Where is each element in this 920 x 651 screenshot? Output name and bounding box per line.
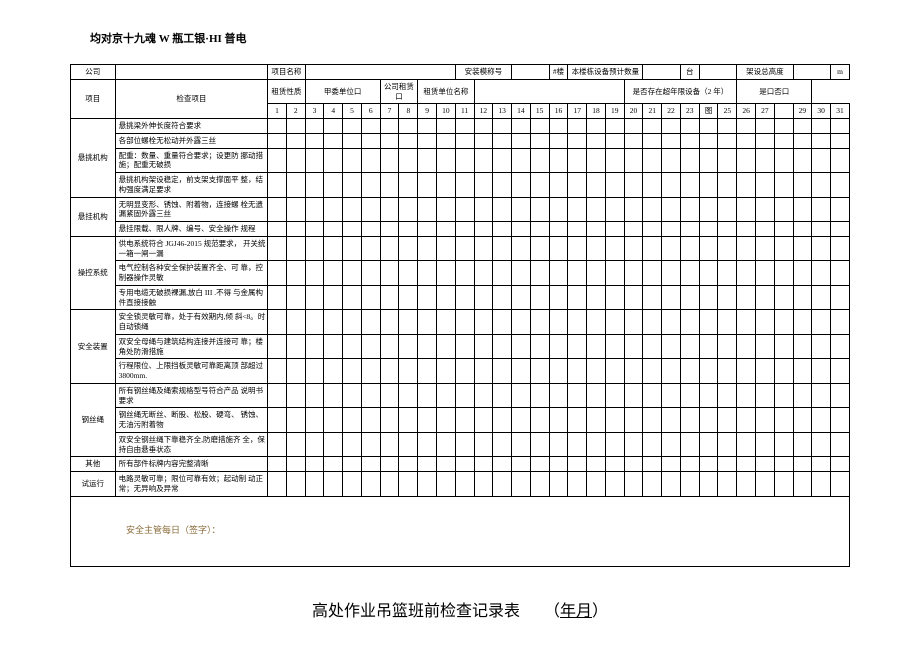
- day-21: 21: [643, 104, 662, 119]
- table-row: 安全装置 安全锁灵敏可靠，处于有效期内,倾 斜<8。时自动锁绳: [71, 310, 850, 335]
- table-row: 各部位螺栓无松动并外露三丝: [71, 133, 850, 148]
- day-6: 6: [361, 104, 380, 119]
- signature-row: 安全主管每日（签字）：: [71, 496, 850, 566]
- day-22: 22: [662, 104, 681, 119]
- table-row: 操控系统 供电系统符合 JGJ46-2015 规范要求， 开关统一箱一闸一漏: [71, 236, 850, 261]
- label-rent-unit: 租赁单位名称: [418, 79, 474, 104]
- table-row: 双安全母绳与建筑结构连接并连接可 靠；楼角处防滑措施: [71, 334, 850, 359]
- day-15: 15: [530, 104, 549, 119]
- table-row: 双安全钢丝绳下靠稳齐全,防磨措施齐 全，保持自由悬垂状态: [71, 432, 850, 457]
- label-rent-nature: 租赁性质: [268, 79, 306, 104]
- table-row: 专用电缆无破损裸漏,放白 III .不得 与金属构件直接接触: [71, 285, 850, 310]
- day-27: 27: [755, 104, 774, 119]
- info-row-2: 项目 检查项目 租赁性质 甲委单位口 公司租赁口 租赁单位名称 是否存在超年限设…: [71, 79, 850, 104]
- day-24: 图: [699, 104, 718, 119]
- label-equip-count: 本楼栋设备预计数量: [568, 65, 643, 80]
- item-text: 双安全钢丝绳下靠稳齐全,防磨措施齐 全，保持自由悬垂状态: [115, 432, 268, 457]
- label-unit-tai: 台: [680, 65, 699, 80]
- day-9: 9: [418, 104, 437, 119]
- day-12: 12: [474, 104, 493, 119]
- day-3: 3: [305, 104, 324, 119]
- cat-hang-mech: 悬挂机构: [71, 197, 116, 236]
- table-row: 悬挑机构 悬挑梁外伸长度符合要求: [71, 119, 850, 134]
- label-install-model: 安装模称号: [455, 65, 511, 80]
- table-row: 试运行 电路灵敏可靠；限位可靠有效；起动制 动正常；无异响及异常: [71, 472, 850, 497]
- day-4: 4: [324, 104, 343, 119]
- label-party-a: 甲委单位口: [305, 79, 380, 104]
- table-row: 钢丝绳无断丝、断股、松股、硬弯、 锈蚀、无油污附着物: [71, 408, 850, 433]
- day-14: 14: [512, 104, 531, 119]
- day-10: 10: [436, 104, 455, 119]
- signature-label: 安全主管每日（签字）：: [71, 496, 850, 566]
- table-row: 电气控制各种安全保护装置齐全、可 靠，控制器操作灵敏: [71, 261, 850, 286]
- item-text: 所有部件标牌内容完整清晰: [115, 457, 268, 472]
- item-text: 无明显变形、锈蚀、附着物，连接螺 栓无遗漏紧固外露三丝: [115, 197, 268, 222]
- info-row-1: 公司 项目名称 安装模称号 #楼 本楼栋设备预计数量 台 架设总高度 m: [71, 65, 850, 80]
- day-2: 2: [286, 104, 305, 119]
- day-23: 23: [680, 104, 699, 119]
- day-29: 29: [793, 104, 812, 119]
- day-17: 17: [568, 104, 587, 119]
- day-13: 13: [493, 104, 512, 119]
- item-text: 供电系统符合 JGJ46-2015 规范要求， 开关统一箱一闸一漏: [115, 236, 268, 261]
- label-building-no: #楼: [549, 65, 568, 80]
- day-18: 18: [587, 104, 606, 119]
- table-row: 配重：数量、重量符合要求；设更防 挪动措施；配重无破损: [71, 148, 850, 173]
- cat-wire-rope: 钢丝绳: [71, 383, 116, 457]
- item-text: 各部位螺栓无松动并外露三丝: [115, 133, 268, 148]
- table-row: 悬挑机构架设稳定，前支架支撑面平 整，结构强度满足要求: [71, 173, 850, 198]
- label-erect-height: 架设总高度: [737, 65, 793, 80]
- table-row: 其他 所有部件标牌内容完整清晰: [71, 457, 850, 472]
- footer-year-month: 年月: [560, 603, 592, 620]
- cat-test-run: 试运行: [71, 472, 116, 497]
- item-text: 电路灵敏可靠；限位可靠有效；起动制 动正常；无异响及异常: [115, 472, 268, 497]
- day-25: 25: [718, 104, 737, 119]
- day-28: [774, 104, 793, 119]
- item-text: 悬挑梁外伸长度符合要求: [115, 119, 268, 134]
- label-over-year: 是否存在超年限设备（2 年）: [624, 79, 737, 104]
- inspection-table: 公司 项目名称 安装模称号 #楼 本楼栋设备预计数量 台 架设总高度 m 项目 …: [70, 64, 850, 567]
- label-company: 公司: [71, 65, 116, 80]
- day-8: 8: [399, 104, 418, 119]
- label-check-item: 检查项目: [115, 79, 268, 118]
- day-19: 19: [605, 104, 624, 119]
- footer-title: 高处作业吊篮班前检查记录表 （年月）: [70, 597, 850, 621]
- day-7: 7: [380, 104, 399, 119]
- day-30: 30: [812, 104, 831, 119]
- cat-operate-sys: 操控系统: [71, 236, 116, 310]
- item-text: 安全锁灵敏可靠，处于有效期内,倾 斜<8。时自动锁绳: [115, 310, 268, 335]
- cat-other: 其他: [71, 457, 116, 472]
- day-1: 1: [268, 104, 287, 119]
- cat-suspend-mech: 悬挑机构: [71, 119, 116, 198]
- day-5: 5: [343, 104, 362, 119]
- footer-main: 高处作业吊篮班前检查记录表: [312, 603, 520, 620]
- item-text: 电气控制各种安全保护装置齐全、可 靠，控制器操作灵敏: [115, 261, 268, 286]
- day-20: 20: [624, 104, 643, 119]
- label-project: 项目: [71, 79, 116, 118]
- label-is-no: 是口否口: [737, 79, 812, 104]
- table-row: 钢丝绳 所有钢丝绳及绳索规格型号符合产品 说明书要求: [71, 383, 850, 408]
- label-unit-m: m: [831, 65, 850, 80]
- table-row: 悬挂机构 无明显变形、锈蚀、附着物，连接螺 栓无遗漏紧固外露三丝: [71, 197, 850, 222]
- page-header: 均对京十九魂 W 瓶工银·HI 普电: [90, 30, 850, 46]
- item-text: 双安全母绳与建筑结构连接并连接可 靠；楼角处防滑措施: [115, 334, 268, 359]
- label-company-rent: 公司租赁口: [380, 79, 418, 104]
- day-11: 11: [455, 104, 474, 119]
- item-text: 专用电缆无破损裸漏,放白 III .不得 与金属构件直接接触: [115, 285, 268, 310]
- day-16: 16: [549, 104, 568, 119]
- table-row: 行程限位、上限挡板灵敏可靠距离顶 部超过3800mm.: [71, 359, 850, 384]
- footer-paren-open: （: [544, 603, 560, 620]
- item-text: 所有钢丝绳及绳索规格型号符合产品 说明书要求: [115, 383, 268, 408]
- item-text: 悬挑机构架设稳定，前支架支撑面平 整，结构强度满足要求: [115, 173, 268, 198]
- label-project-name: 项目名称: [268, 65, 306, 80]
- item-text: 配重：数量、重量符合要求；设更防 挪动措施；配重无破损: [115, 148, 268, 173]
- item-text: 悬挂限载、限人牌、编号、安全操作 规程: [115, 222, 268, 237]
- footer-paren-close: ）: [592, 603, 608, 620]
- item-text: 行程限位、上限挡板灵敏可靠距离顶 部超过3800mm.: [115, 359, 268, 384]
- cat-safety-device: 安全装置: [71, 310, 116, 384]
- day-26: 26: [737, 104, 756, 119]
- item-text: 钢丝绳无断丝、断股、松股、硬弯、 锈蚀、无油污附着物: [115, 408, 268, 433]
- day-31: 31: [831, 104, 850, 119]
- table-row: 悬挂限载、限人牌、编号、安全操作 规程: [71, 222, 850, 237]
